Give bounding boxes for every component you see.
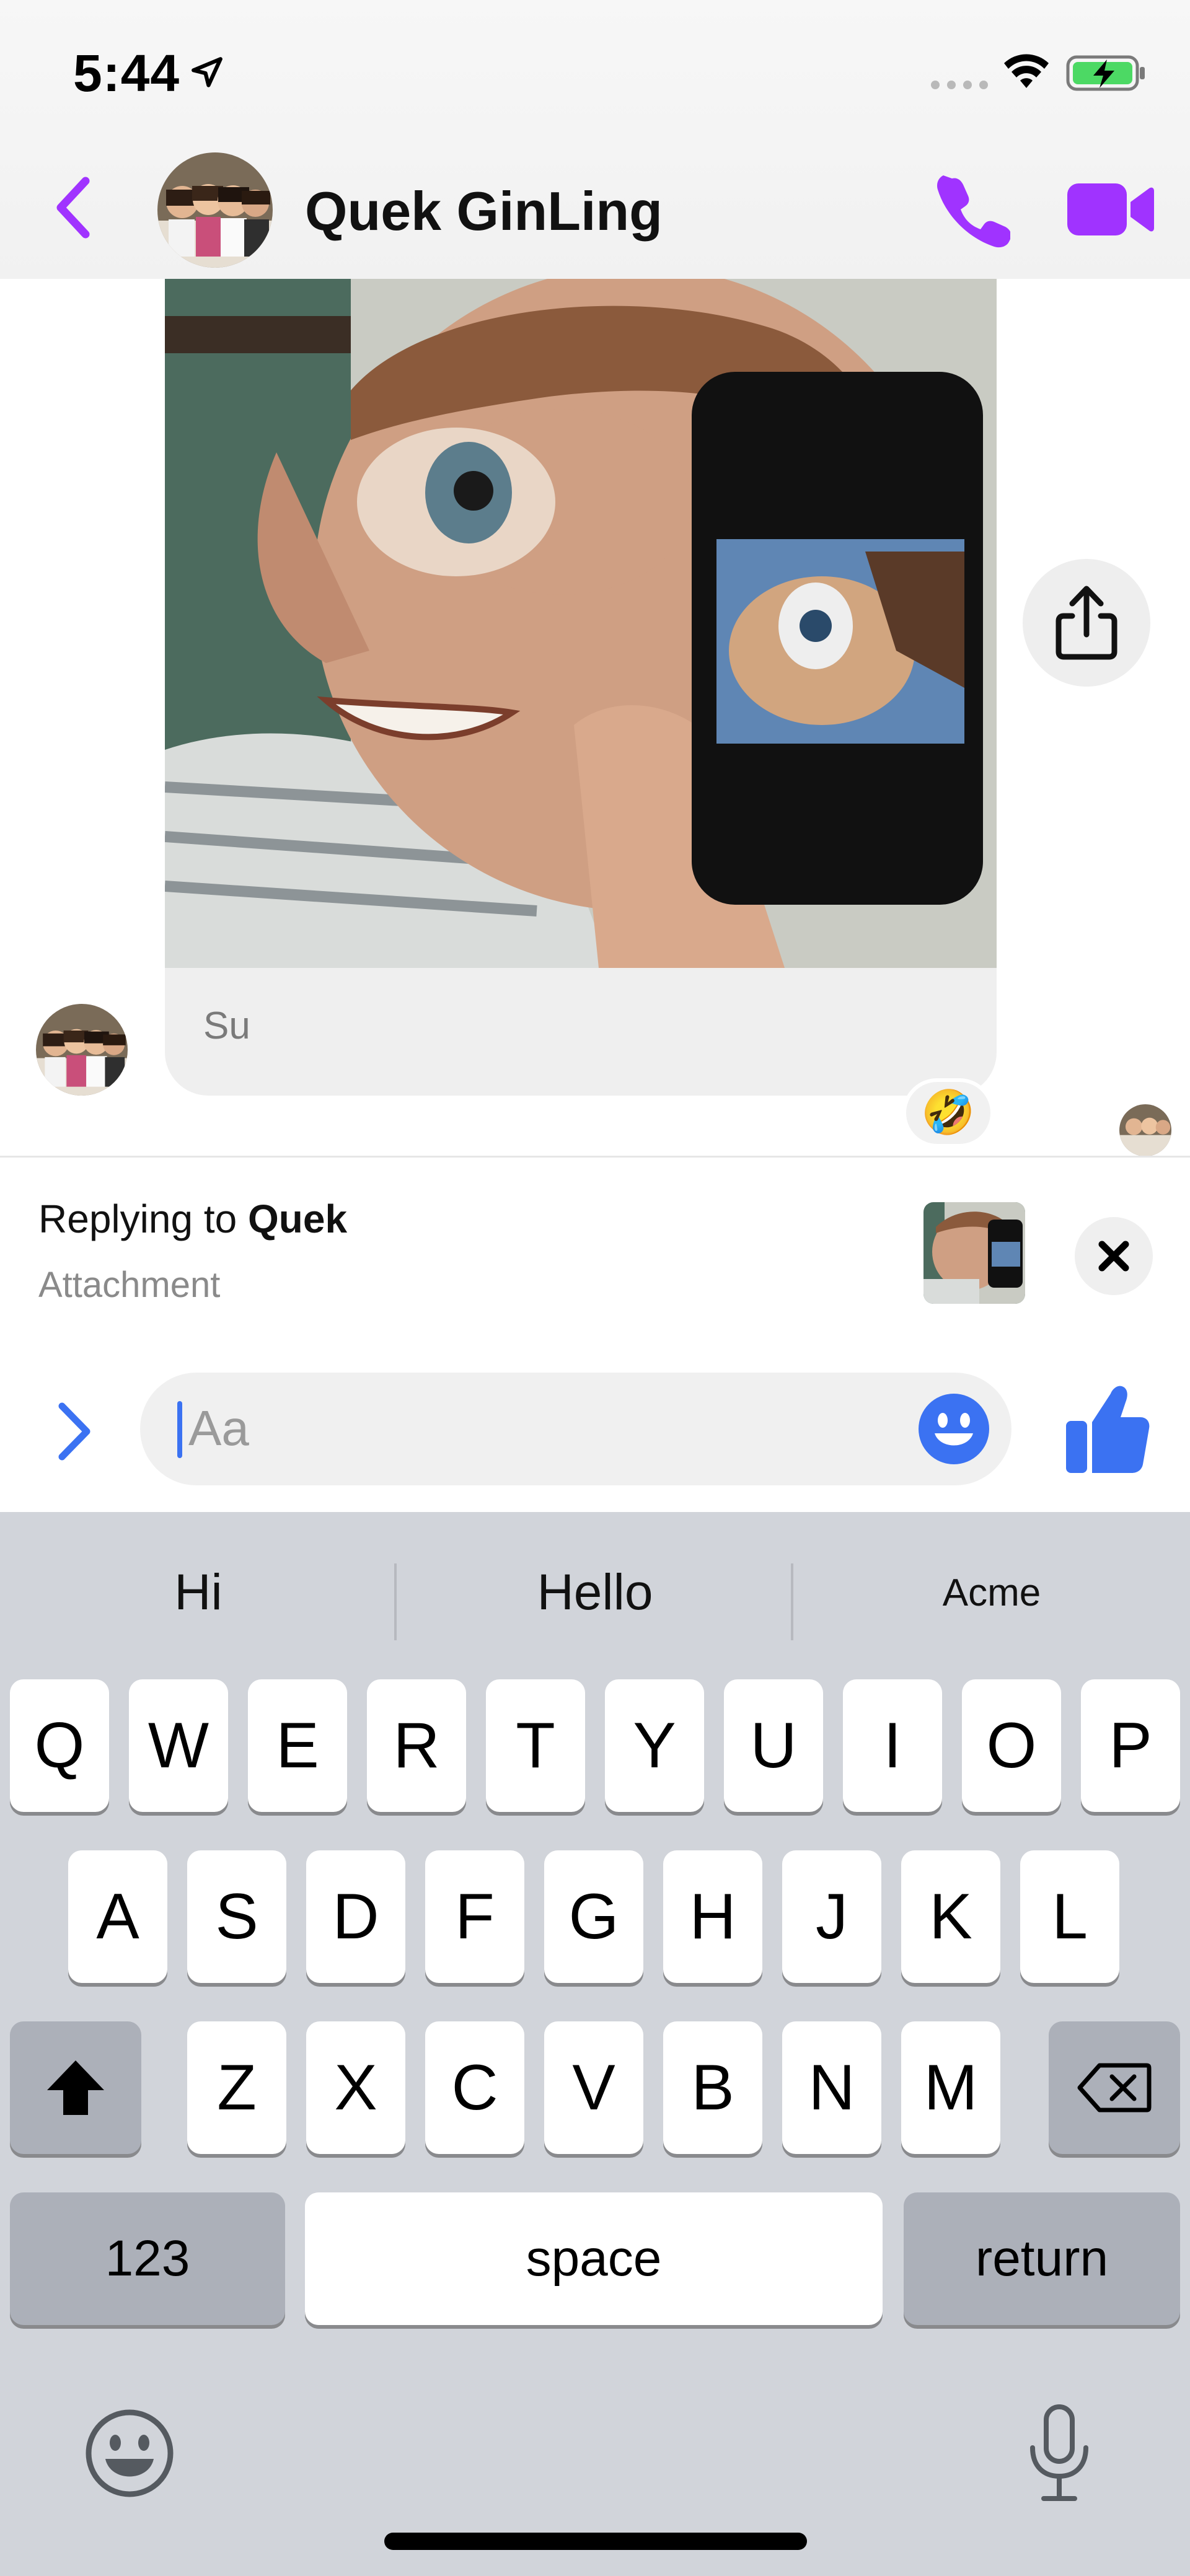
suggestion-3[interactable]: Acme [793,1546,1190,1639]
shift-key[interactable] [10,2021,141,2154]
key-r[interactable]: R [367,1679,466,1812]
reply-thumbnail [923,1202,1025,1304]
key-z[interactable]: Z [187,2021,286,2154]
message-input[interactable] [188,1397,870,1459]
share-icon [1056,586,1117,660]
key-k[interactable]: K [901,1850,1000,1983]
image-attachment[interactable] [165,279,997,968]
key-h[interactable]: H [663,1850,762,1983]
key-m[interactable]: M [901,2021,1000,2154]
return-key[interactable]: return [904,2192,1180,2325]
key-e[interactable]: E [248,1679,347,1812]
location-arrow-icon [192,57,223,87]
home-indicator[interactable] [384,2533,807,2550]
close-icon [1098,1241,1129,1272]
backspace-icon [1077,2063,1152,2112]
key-q[interactable]: Q [10,1679,109,1812]
wifi-icon [1004,54,1049,88]
thumbs-up-icon[interactable] [1064,1381,1150,1475]
message-input-container[interactable] [140,1373,1011,1485]
status-time: 5:44 [73,44,180,102]
status-bar: 5:44 [0,0,1190,143]
key-l[interactable]: L [1020,1850,1119,1983]
share-button[interactable] [1023,559,1150,687]
numbers-key[interactable]: 123 [10,2192,285,2325]
suggestion-bar: Hi Hello Acme [0,1546,1190,1640]
message-text: Su [203,1004,250,1047]
key-a[interactable]: A [68,1850,167,1983]
key-i[interactable]: I [843,1679,942,1812]
key-j[interactable]: J [782,1850,881,1983]
key-o[interactable]: O [962,1679,1061,1812]
message-reaction[interactable]: 🤣 [902,1078,994,1148]
battery-icon [1066,55,1145,91]
reply-name: Quek [247,1197,348,1241]
keyboard: Hi Hello Acme Q W E R T Y U I O P A S D … [0,1512,1190,2576]
key-c[interactable]: C [425,2021,524,2154]
key-v[interactable]: V [544,2021,643,2154]
reply-preview: Replying to Quek Attachment [0,1156,1190,1348]
message-thread[interactable]: Su 🤣 [0,279,1190,1156]
cancel-reply-button[interactable] [1075,1217,1153,1295]
key-b[interactable]: B [663,2021,762,2154]
contact-name[interactable]: Quek GinLing [305,180,663,243]
back-chevron-icon[interactable] [50,174,99,242]
keyboard-emoji-icon[interactable] [83,2407,176,2500]
key-x[interactable]: X [306,2021,405,2154]
key-g[interactable]: G [544,1850,643,1983]
message-bubble[interactable]: Su [165,968,997,1096]
key-u[interactable]: U [724,1679,823,1812]
space-key[interactable]: space [305,2192,883,2325]
phone-icon[interactable] [936,174,1010,248]
key-s[interactable]: S [187,1850,286,1983]
read-receipt-avatar [1119,1104,1171,1156]
message-composer [0,1348,1190,1512]
sender-avatar[interactable] [36,1004,128,1096]
reply-prefix: Replying to [38,1197,248,1241]
expand-chevron-icon[interactable] [53,1397,97,1466]
chat-header: 5:44 Quek GinLing [0,0,1190,279]
key-w[interactable]: W [129,1679,228,1812]
signal-icon [931,81,988,89]
video-camera-icon[interactable] [1067,180,1154,239]
key-y[interactable]: Y [605,1679,704,1812]
suggestion-2[interactable]: Hello [397,1546,793,1639]
key-d[interactable]: D [306,1850,405,1983]
shift-icon [47,2060,104,2115]
text-caret [177,1401,182,1458]
reply-title: Replying to Quek [38,1196,347,1242]
backspace-key[interactable] [1049,2021,1180,2154]
suggestion-1[interactable]: Hi [0,1546,397,1639]
smiley-icon[interactable] [917,1392,990,1466]
microphone-icon[interactable] [1025,2403,1093,2503]
key-n[interactable]: N [782,2021,881,2154]
key-p[interactable]: P [1081,1679,1180,1812]
reply-subtitle: Attachment [38,1265,221,1305]
key-f[interactable]: F [425,1850,524,1983]
key-t[interactable]: T [486,1679,585,1812]
contact-avatar[interactable] [157,152,273,268]
